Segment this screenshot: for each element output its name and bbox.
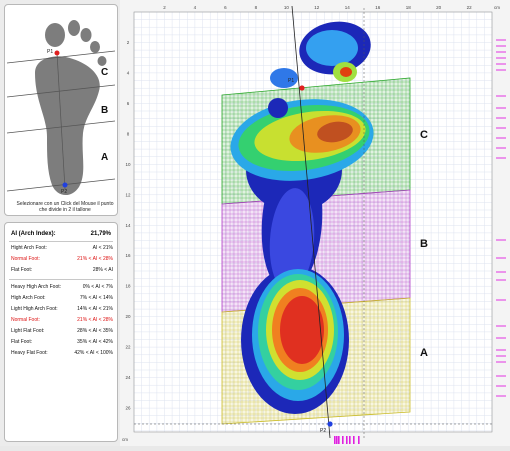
y-tick-label: 22 — [125, 345, 131, 350]
classification-range: 14% < AI < 21% — [77, 306, 113, 312]
y-tick-label: 18 — [125, 284, 131, 289]
classification-range: AI < 21% — [92, 245, 113, 251]
y-tick-label: 24 — [125, 375, 131, 380]
classification-range: 21% < AI < 28% — [77, 317, 113, 323]
point-p2-marker — [327, 421, 333, 427]
classification-range: 7% < AI < 14% — [79, 295, 113, 301]
classification-label: Heavy Flat Foot: — [11, 350, 48, 356]
classification-label: Hight Arch Foot: — [11, 245, 47, 251]
foot-sole — [35, 56, 100, 196]
arch-index-panel: AI (Arch Index): 21,79% Hight Arch Foot:… — [4, 222, 118, 442]
diagram-zone-a: A — [101, 152, 108, 163]
diagram-zone-c: C — [101, 67, 108, 78]
classification-label: Flat Foot: — [11, 267, 33, 273]
toe-red — [340, 67, 352, 77]
instruction-text: Selezionare con un Click del Mouse il pu… — [16, 201, 114, 213]
foot-diagram-svg: P1 P2 C B A — [6, 20, 116, 196]
point-p2-marker[interactable] — [62, 182, 68, 188]
divider — [9, 279, 113, 280]
toe-1 — [45, 23, 65, 47]
classification-range: 28% < AI < 35% — [77, 328, 113, 334]
p1-label: P1 — [47, 49, 53, 55]
pressure-map-chart[interactable]: P1 P2 C B A 2 4 6 8 10 12 14 16 18 20 22 cm cm 2 4 6 8 10 12 14 1… — [120, 0, 510, 446]
classification-label: High Arch Foot: — [11, 295, 46, 301]
classification-label: Normal Foot: — [11, 317, 40, 323]
classification-label: Heavy High Arch Foot: — [11, 284, 62, 290]
y-tick-label: 26 — [125, 406, 131, 411]
x-tick-label: 14 — [345, 5, 351, 10]
classification-label: Flat Foot: — [11, 339, 33, 345]
unit-label: cm — [494, 5, 500, 10]
p2-label: P2 — [320, 428, 326, 434]
x-tick-label: 16 — [375, 5, 381, 10]
classification-range: 28% < AI — [92, 267, 113, 273]
zone-label: B — [420, 238, 428, 250]
x-tick-label: 18 — [406, 5, 412, 10]
left-panel: P1 P2 C B A Selezionare con un Click del… — [0, 0, 120, 446]
x-tick-label: 10 — [284, 5, 290, 10]
y-tick-label: 10 — [125, 162, 131, 167]
zone-label: A — [420, 347, 428, 359]
x-tick-label: 20 — [436, 5, 442, 10]
x-tick-label: 22 — [467, 5, 473, 10]
marker-bar — [358, 436, 360, 444]
marker-bar — [349, 436, 351, 444]
y-tick-label: 12 — [125, 192, 131, 197]
y-tick-label: 16 — [125, 253, 131, 258]
classification-label: Light Flat Foot: — [11, 328, 45, 334]
zone-label: C — [420, 129, 428, 141]
marker-bar — [346, 436, 348, 444]
marker-bar — [336, 436, 338, 444]
heel-red — [280, 296, 324, 364]
classification-range: 21% < AI < 28% — [77, 256, 113, 262]
arch-index-label: AI (Arch Index): — [11, 231, 56, 237]
classification-range: 0% < AI < 7% — [82, 284, 113, 290]
toe-4 — [90, 41, 100, 53]
unit-label: cm — [122, 437, 128, 442]
marker-bar — [342, 436, 344, 444]
divider — [9, 241, 113, 242]
p2-label: P2 — [61, 189, 67, 195]
x-tick-label: 12 — [314, 5, 320, 10]
marker-bar — [338, 436, 340, 444]
foot-zone-diagram[interactable]: P1 P2 C B A Selezionare con un Click del… — [4, 4, 118, 216]
pressure-map-svg[interactable]: P1P2CBA2 4 6 8 10 12 14 16 18 20 22 cmcm24681012141… — [120, 0, 510, 446]
diagram-zone-b: B — [101, 105, 108, 116]
toe-cyan — [306, 30, 358, 66]
classification-range: 42% < AI < 100% — [74, 350, 113, 356]
y-tick-label: 14 — [125, 223, 131, 228]
marker-bar — [334, 436, 336, 444]
y-tick-label: 20 — [125, 314, 131, 319]
marker-bar — [353, 436, 355, 444]
point-p1-marker — [299, 85, 305, 91]
p1-label: P1 — [288, 78, 294, 84]
toe-2 — [68, 20, 80, 36]
classification-label: Normal Foot: — [11, 256, 40, 262]
point-p1-marker[interactable] — [54, 50, 60, 56]
toe-5 — [97, 56, 107, 66]
classification-range: 35% < AI < 42% — [77, 339, 113, 345]
toe-3 — [80, 28, 92, 42]
classification-label: Light High Arch Foot: — [11, 306, 58, 312]
arch-index-value: 21,79% — [90, 231, 111, 237]
toe-blob — [268, 98, 288, 118]
